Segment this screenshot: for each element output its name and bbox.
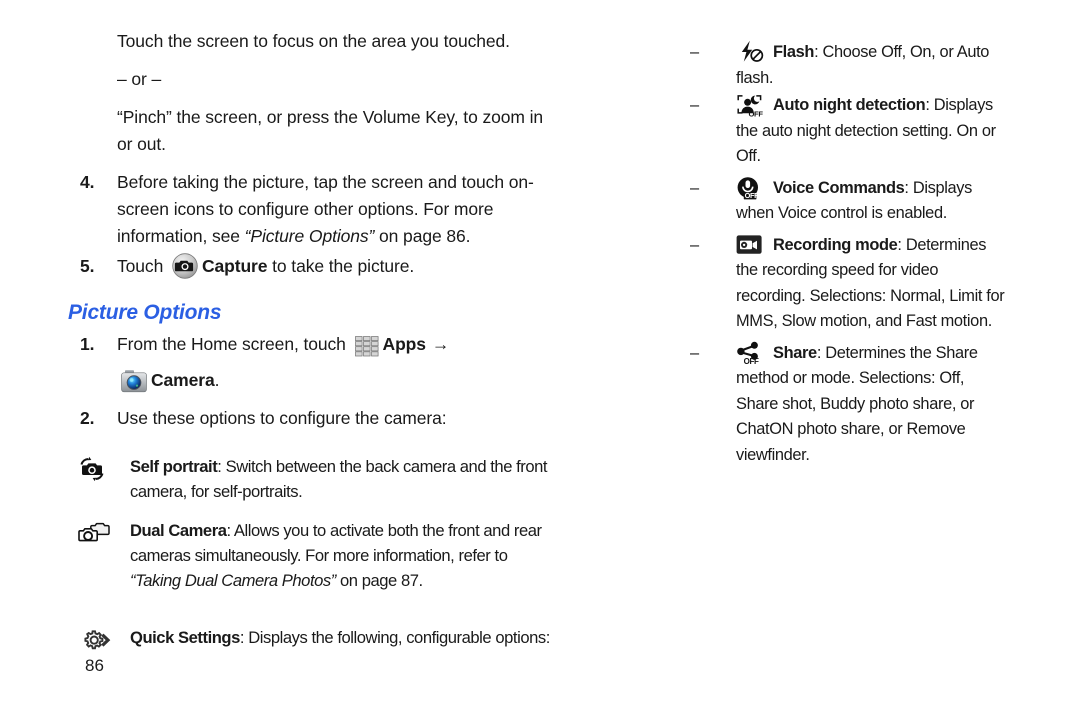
step-5-number: 5. bbox=[80, 256, 95, 276]
step-5-capture-label: Capture bbox=[201, 256, 268, 276]
svg-text:OFF: OFF bbox=[745, 191, 760, 200]
options-step-1: 1. From the Home screen, touch Apps → Ca… bbox=[62, 331, 562, 401]
option-recording-mode: – Recording mode: Determines the recordi… bbox=[690, 233, 1010, 335]
voice-commands-dash: – bbox=[690, 178, 699, 197]
voice-commands-label: Voice Commands bbox=[773, 178, 905, 197]
step-4-text-after: on page 86. bbox=[374, 226, 471, 246]
option-auto-night-detection: – OFF Auto night detection: Displays the… bbox=[690, 93, 1010, 170]
svg-text:OFF: OFF bbox=[744, 357, 759, 366]
auto-night-dash: – bbox=[690, 96, 699, 114]
camera-app-icon[interactable] bbox=[121, 369, 147, 401]
manual-page: Touch the screen to focus on the area yo… bbox=[0, 0, 1080, 720]
recording-mode-label: Recording mode bbox=[773, 235, 898, 254]
step-4: 4. Before taking the picture, tap the sc… bbox=[62, 169, 562, 250]
share-off-icon[interactable]: OFF bbox=[736, 341, 770, 366]
arrow-separator: → bbox=[431, 334, 450, 354]
auto-night-label: Auto night detection bbox=[773, 96, 926, 114]
flash-label: Flash bbox=[773, 43, 815, 61]
step-4-italic-ref: “Picture Options” bbox=[244, 226, 375, 246]
options-step-2-number: 2. bbox=[80, 408, 95, 428]
feature-dual-camera: Dual Camera: Allows you to activate both… bbox=[62, 518, 562, 593]
dual-camera-description-after: on page 87. bbox=[335, 571, 423, 590]
self-portrait-label: Self portrait bbox=[130, 457, 218, 476]
options-step-2: 2. Use these options to configure the ca… bbox=[62, 405, 562, 432]
pinch-instruction: “Pinch” the screen, or press the Volume … bbox=[117, 107, 544, 154]
voice-commands-off-icon[interactable]: OFF bbox=[736, 176, 770, 200]
auto-night-detection-off-icon[interactable]: OFF bbox=[736, 93, 770, 119]
quick-settings-label: Quick Settings bbox=[130, 628, 240, 647]
apps-label: Apps bbox=[382, 334, 426, 354]
quick-settings-description: : Displays the following, configurable o… bbox=[239, 628, 550, 647]
recording-mode-dash: – bbox=[690, 235, 699, 254]
picture-options-heading: Picture Options bbox=[68, 301, 222, 324]
dual-camera-label: Dual Camera bbox=[130, 521, 227, 540]
feature-self-portrait: Self portrait: Switch between the back c… bbox=[62, 454, 562, 504]
step-5: 5. Touch Capture to take the picture. bbox=[62, 253, 562, 287]
flash-off-icon[interactable] bbox=[736, 40, 770, 64]
recording-mode-icon[interactable] bbox=[736, 233, 770, 257]
options-step-1-number: 1. bbox=[80, 334, 95, 354]
focus-instruction: Touch the screen to focus on the area yo… bbox=[117, 31, 510, 51]
apps-grid-icon[interactable] bbox=[354, 336, 379, 365]
quick-settings-gear-icon[interactable] bbox=[70, 627, 118, 653]
camera-capture-icon[interactable] bbox=[172, 253, 198, 287]
options-step-1-text-before: From the Home screen, touch bbox=[117, 334, 351, 354]
svg-text:OFF: OFF bbox=[749, 110, 764, 119]
step-5-text-after: to take the picture. bbox=[267, 256, 415, 276]
dual-camera-italic-ref: “Taking Dual Camera Photos” bbox=[130, 571, 336, 590]
flash-dash: – bbox=[690, 43, 699, 61]
options-step-1-text-after: . bbox=[214, 370, 220, 390]
option-voice-commands: – OFF Voice Commands: Displays when Voic… bbox=[690, 176, 1010, 227]
step-5-text-before: Touch bbox=[117, 256, 168, 276]
right-column: – Flash: Choose Off, On, or Auto flash. … bbox=[690, 40, 1010, 470]
or-separator: – or – bbox=[117, 69, 162, 89]
dual-camera-icon[interactable] bbox=[70, 520, 118, 546]
option-flash: – Flash: Choose Off, On, or Auto flash. bbox=[690, 40, 1010, 91]
self-portrait-icon[interactable] bbox=[70, 456, 118, 482]
camera-label: Camera bbox=[151, 370, 215, 390]
share-dash: – bbox=[690, 343, 699, 362]
option-share: – OFF Share: Determines the Share method… bbox=[690, 341, 1010, 469]
options-step-2-text: Use these options to configure the camer… bbox=[117, 408, 447, 428]
share-label: Share bbox=[773, 343, 817, 362]
left-column: Touch the screen to focus on the area yo… bbox=[62, 28, 562, 660]
feature-quick-settings: Quick Settings: Displays the following, … bbox=[62, 625, 562, 650]
step-4-number: 4. bbox=[80, 172, 95, 192]
page-number: 86 bbox=[85, 656, 104, 675]
